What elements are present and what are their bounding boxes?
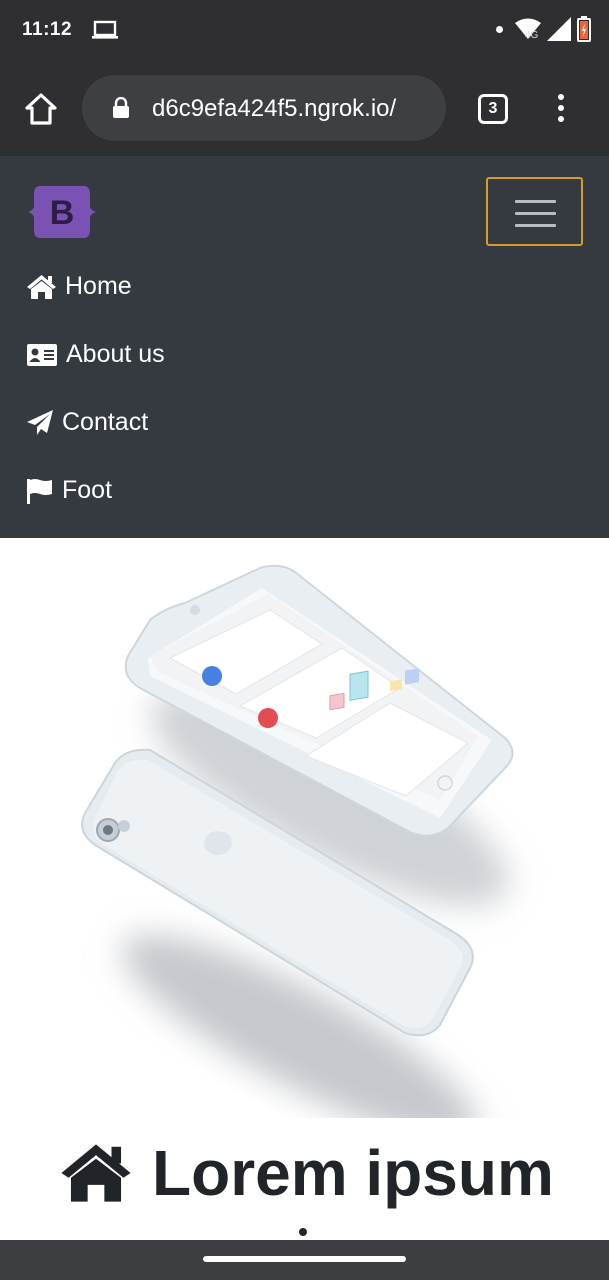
home-icon: [61, 1144, 131, 1202]
nav-item-home[interactable]: Home: [26, 272, 132, 301]
status-bar: 11:12 4G: [0, 0, 609, 64]
navbar-toggler-button[interactable]: [486, 177, 583, 246]
gesture-navigation-bar: [0, 1240, 609, 1280]
flag-icon: [27, 478, 52, 504]
home-icon: [27, 274, 56, 299]
laptop-icon: [92, 20, 118, 39]
nav-item-label: Home: [65, 272, 132, 300]
status-icons: [496, 16, 591, 42]
home-gesture-handle[interactable]: [203, 1256, 406, 1262]
tabs-icon[interactable]: 3: [478, 94, 508, 124]
nav-item-about[interactable]: About us: [26, 340, 165, 369]
hero-title-text: Lorem ipsum: [152, 1137, 554, 1209]
paper-plane-icon: [27, 409, 53, 435]
signal-icon: [547, 17, 571, 41]
site-navbar: B Home About us Contact Foot: [0, 156, 609, 538]
hero-title: Lorem ipsum: [58, 1136, 554, 1210]
nav-item-label: About us: [66, 340, 165, 368]
address-bar[interactable]: d6c9efa424f5.ngrok.io/: [82, 75, 446, 141]
lock-icon: [113, 97, 129, 118]
nav-item-foot[interactable]: Foot: [26, 476, 112, 505]
nav-item-label: Contact: [62, 408, 149, 436]
id-card-icon: [27, 343, 57, 366]
status-time: 11:12: [22, 19, 73, 40]
battery-icon: [577, 16, 591, 42]
network-type: 4G: [525, 30, 539, 41]
url-text[interactable]: d6c9efa424f5.ngrok.io/: [152, 95, 432, 123]
notification-dot: [496, 25, 503, 33]
carousel-indicator[interactable]: [299, 1228, 307, 1236]
phone-mockup-image: [81, 564, 514, 1118]
hero-section: Lorem ipsum: [0, 538, 609, 1240]
bootstrap-logo[interactable]: B: [28, 184, 96, 240]
nav-item-label: Foot: [62, 476, 113, 504]
nav-item-contact[interactable]: Contact: [26, 408, 148, 437]
brand-letter: B: [50, 194, 75, 232]
browser-toolbar: d6c9efa424f5.ngrok.io/ 3: [0, 64, 609, 156]
home-icon[interactable]: [24, 92, 58, 126]
more-vert-icon[interactable]: [555, 94, 567, 128]
